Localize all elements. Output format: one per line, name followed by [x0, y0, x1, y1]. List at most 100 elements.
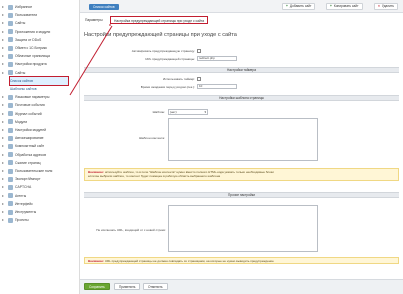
menu-icon — [8, 102, 13, 108]
tab-bar: Параметры Настройка предупреждающей стра… — [80, 14, 403, 24]
wait-time-input[interactable]: 10 — [197, 84, 237, 89]
menu-icon — [8, 45, 13, 51]
sidebar-item[interactable]: ▸ Облачные хранилища — [2, 52, 78, 60]
sidebar-item[interactable]: ▸ Композитный сайт — [2, 142, 78, 150]
sidebar-item[interactable]: ▸ Пользователи — [2, 11, 78, 19]
use-timer-checkbox[interactable] — [197, 77, 201, 81]
sidebar-item[interactable]: ▸ Приложения и модули — [2, 28, 78, 36]
copy-site-button[interactable]: + Копировать сайт — [326, 3, 363, 10]
sidebar-item[interactable]: ▸ Почтовые события — [2, 101, 78, 109]
timer-section-header: Настройки таймера — [84, 67, 399, 73]
sidebar-item-label: CAPTCHA — [15, 185, 32, 190]
chevron-right-icon: ▸ — [2, 102, 5, 108]
chevron-right-icon: ▸ — [2, 69, 5, 75]
site-list-button[interactable]: Список сайтов — [89, 4, 119, 10]
exclude-textarea[interactable] — [168, 205, 318, 252]
sidebar-item[interactable]: ▸ Сжатие страниц — [2, 159, 78, 167]
sidebar-item[interactable]: ▸ Интерфейс — [2, 200, 78, 208]
menu-icon — [8, 61, 13, 67]
copy-site-label: Копировать сайт — [333, 4, 359, 8]
chevron-right-icon: ▸ — [2, 135, 5, 141]
sidebar-item-label: Обмен с 1С:Битрикс — [15, 46, 48, 50]
menu-icon — [8, 201, 13, 207]
menu-icon — [8, 70, 13, 76]
delete-label: Удалить — [381, 4, 395, 8]
chevron-right-icon: ▸ — [2, 143, 5, 149]
wait-time-row: Время ожидания перед уходом (сек.): 10 — [100, 84, 237, 89]
sidebar-item-label: Журнал событий — [15, 111, 42, 116]
sidebar-item[interactable]: Список сайтов — [9, 75, 69, 86]
sidebar-item-label: Облачные хранилища — [15, 54, 50, 59]
template-content-textarea[interactable] — [168, 118, 318, 161]
chevron-right-icon: ▸ — [2, 61, 5, 67]
chevron-right-icon: ▸ — [2, 45, 5, 50]
chevron-right-icon: ▸ — [2, 28, 5, 34]
sidebar-item-label: Пользователи — [15, 13, 38, 18]
chevron-right-icon: ▸ — [2, 118, 5, 124]
admin-sidebar: ▸ Избранное ▸ Пользователи ▸ Сайты ▸ Приложения… — [0, 0, 80, 294]
template-label: Шаблон: — [152, 110, 165, 114]
sidebar-item-label: Сайты — [15, 70, 26, 75]
sidebar-item[interactable]: ▸ Защита от DDoS — [2, 36, 78, 44]
url-input[interactable]: redirect.php — [197, 56, 237, 61]
chevron-down-icon: ▾ — [204, 110, 206, 114]
sidebar-item[interactable]: ▸ Обработка адресов — [2, 151, 78, 159]
sidebar-item[interactable]: ▸ Журнал событий — [2, 110, 78, 118]
menu-icon — [8, 176, 13, 182]
sidebar-item-label: Сжатие страниц — [15, 160, 41, 165]
cancel-button[interactable]: Отменить — [143, 283, 168, 290]
sidebar-item[interactable]: ▸ Пользовательские поля — [2, 167, 78, 175]
sidebar-item-label: Настройки продукта — [15, 62, 47, 67]
sidebar-item[interactable]: ▸ Сайты — [2, 19, 78, 27]
sidebar-item[interactable]: ▸ Экспорт/Импорт — [2, 175, 78, 183]
sidebar-item-label: Приложения и модули — [15, 29, 51, 34]
sidebar-item[interactable]: ▸ Модули — [2, 118, 78, 126]
sidebar-item-label: Шаблоны сайтов — [10, 87, 37, 91]
delete-button[interactable]: × Удалить — [374, 3, 399, 10]
sidebar-item[interactable]: ▸ Инструменты — [2, 208, 78, 216]
chevron-right-icon: ▸ — [2, 217, 5, 223]
template-content-row: Шаблон контента: — [100, 136, 165, 140]
chevron-right-icon: ▸ — [2, 53, 5, 59]
menu-icon — [8, 217, 13, 223]
sidebar-item[interactable]: ▸ Проекты — [2, 216, 78, 224]
chevron-right-icon: ▸ — [2, 168, 5, 173]
tab-parameters[interactable]: Параметры — [82, 16, 106, 24]
sidebar-item[interactable]: ▸ Избранное — [2, 3, 78, 11]
sidebar-item[interactable]: ▸ Языковые параметры — [2, 93, 78, 101]
sidebar-item[interactable]: ▸ Настройки модулей — [2, 126, 78, 134]
apply-button[interactable]: Применить — [114, 283, 141, 290]
plus-icon: + — [286, 4, 288, 8]
template-content-label: Шаблон контента: — [139, 136, 165, 140]
sidebar-item[interactable]: Шаблоны сайтов — [10, 85, 68, 93]
sidebar-item[interactable]: ▸ Обмен с 1С:Битрикс — [2, 44, 78, 52]
template-select-value: (нет) — [170, 110, 177, 114]
delete-icon: × — [378, 4, 380, 8]
url-row: URL предупреждающей страницы: redirect.p… — [100, 56, 237, 61]
chevron-right-icon: ▸ — [2, 94, 5, 100]
sidebar-item[interactable]: ▸ CAPTCHA — [2, 183, 78, 191]
page-title: Настройки предупреждающей страницы при у… — [84, 32, 237, 38]
plus-icon: + — [330, 4, 332, 8]
url-warning: Внимание: URL предупреждающей страницы н… — [84, 257, 399, 264]
template-row: Шаблон: — [100, 110, 165, 114]
chevron-right-icon: ▸ — [2, 20, 5, 26]
exclude-label: Не исключать URL, входящий от с новой ст… — [96, 228, 166, 232]
sidebar-item-label: Композитный сайт — [15, 144, 45, 149]
sidebar-item[interactable]: ▸ Настройки продукта — [2, 60, 78, 68]
tab-warning-page[interactable]: Настройка предупреждающей страницы при у… — [110, 16, 209, 24]
template-section-header: Настройки шаблона страницы — [84, 95, 399, 101]
sidebar-item[interactable]: ▸ Автокеширование — [2, 134, 78, 142]
sidebar-item[interactable]: ▸ Агенты — [2, 192, 78, 200]
template-select[interactable]: (нет) ▾ — [168, 109, 208, 115]
add-site-button[interactable]: + Добавить сайт — [282, 3, 316, 10]
menu-icon — [8, 119, 13, 125]
sidebar-item[interactable]: ▸ Сайты — [2, 69, 78, 77]
save-button[interactable]: Сохранить — [84, 283, 110, 290]
menu-icon — [8, 152, 13, 158]
sidebar-item-label: Интерфейс — [15, 201, 33, 206]
use-timer-label: Использовать таймер: — [162, 77, 195, 81]
activate-label: Активировать предупреждающую страницу: — [131, 49, 195, 53]
activate-checkbox[interactable] — [197, 49, 201, 53]
warning-text-2: если вы выбрали шаблон, то контент будет… — [88, 174, 221, 178]
